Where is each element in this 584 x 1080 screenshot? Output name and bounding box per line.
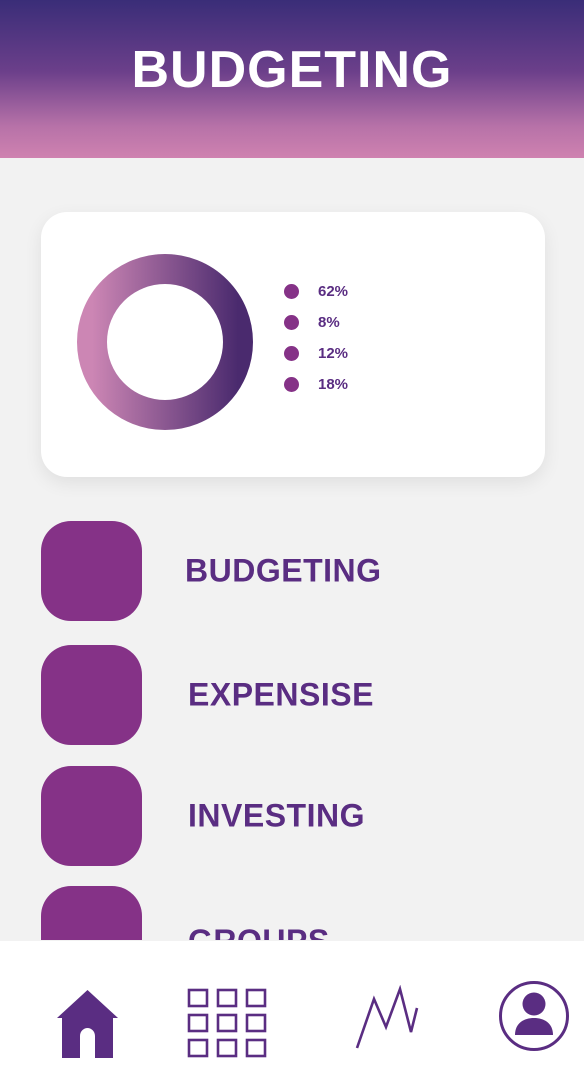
investing-tile-icon (41, 766, 142, 866)
menu-item-label: EXPENSISE (188, 676, 374, 713)
nav-grid[interactable] (187, 988, 268, 1059)
menu-item-label: INVESTING (188, 797, 365, 834)
grid-icon (187, 988, 267, 1058)
menu-item-groups[interactable]: GROUPS (0, 886, 584, 940)
bottom-nav (0, 941, 584, 1080)
budgeting-tile-icon (41, 521, 142, 621)
expenses-tile-icon (41, 645, 142, 745)
menu-item-budgeting[interactable]: BUDGETING (0, 521, 584, 621)
chart-line-icon (355, 985, 419, 1049)
nav-home[interactable] (57, 990, 118, 1058)
nav-profile[interactable] (498, 980, 570, 1052)
menu-item-label: BUDGETING (185, 552, 382, 589)
menu-item-expensise[interactable]: EXPENSISE (0, 645, 584, 745)
user-profile-icon (499, 981, 569, 1051)
groups-tile-icon (41, 886, 142, 940)
main-menu: BUDGETING EXPENSISE INVESTING GROUPS (0, 0, 584, 940)
menu-item-label: GROUPS (188, 923, 330, 940)
nav-analytics[interactable] (354, 985, 420, 1051)
menu-item-investing[interactable]: INVESTING (0, 766, 584, 866)
home-icon (57, 990, 118, 1058)
